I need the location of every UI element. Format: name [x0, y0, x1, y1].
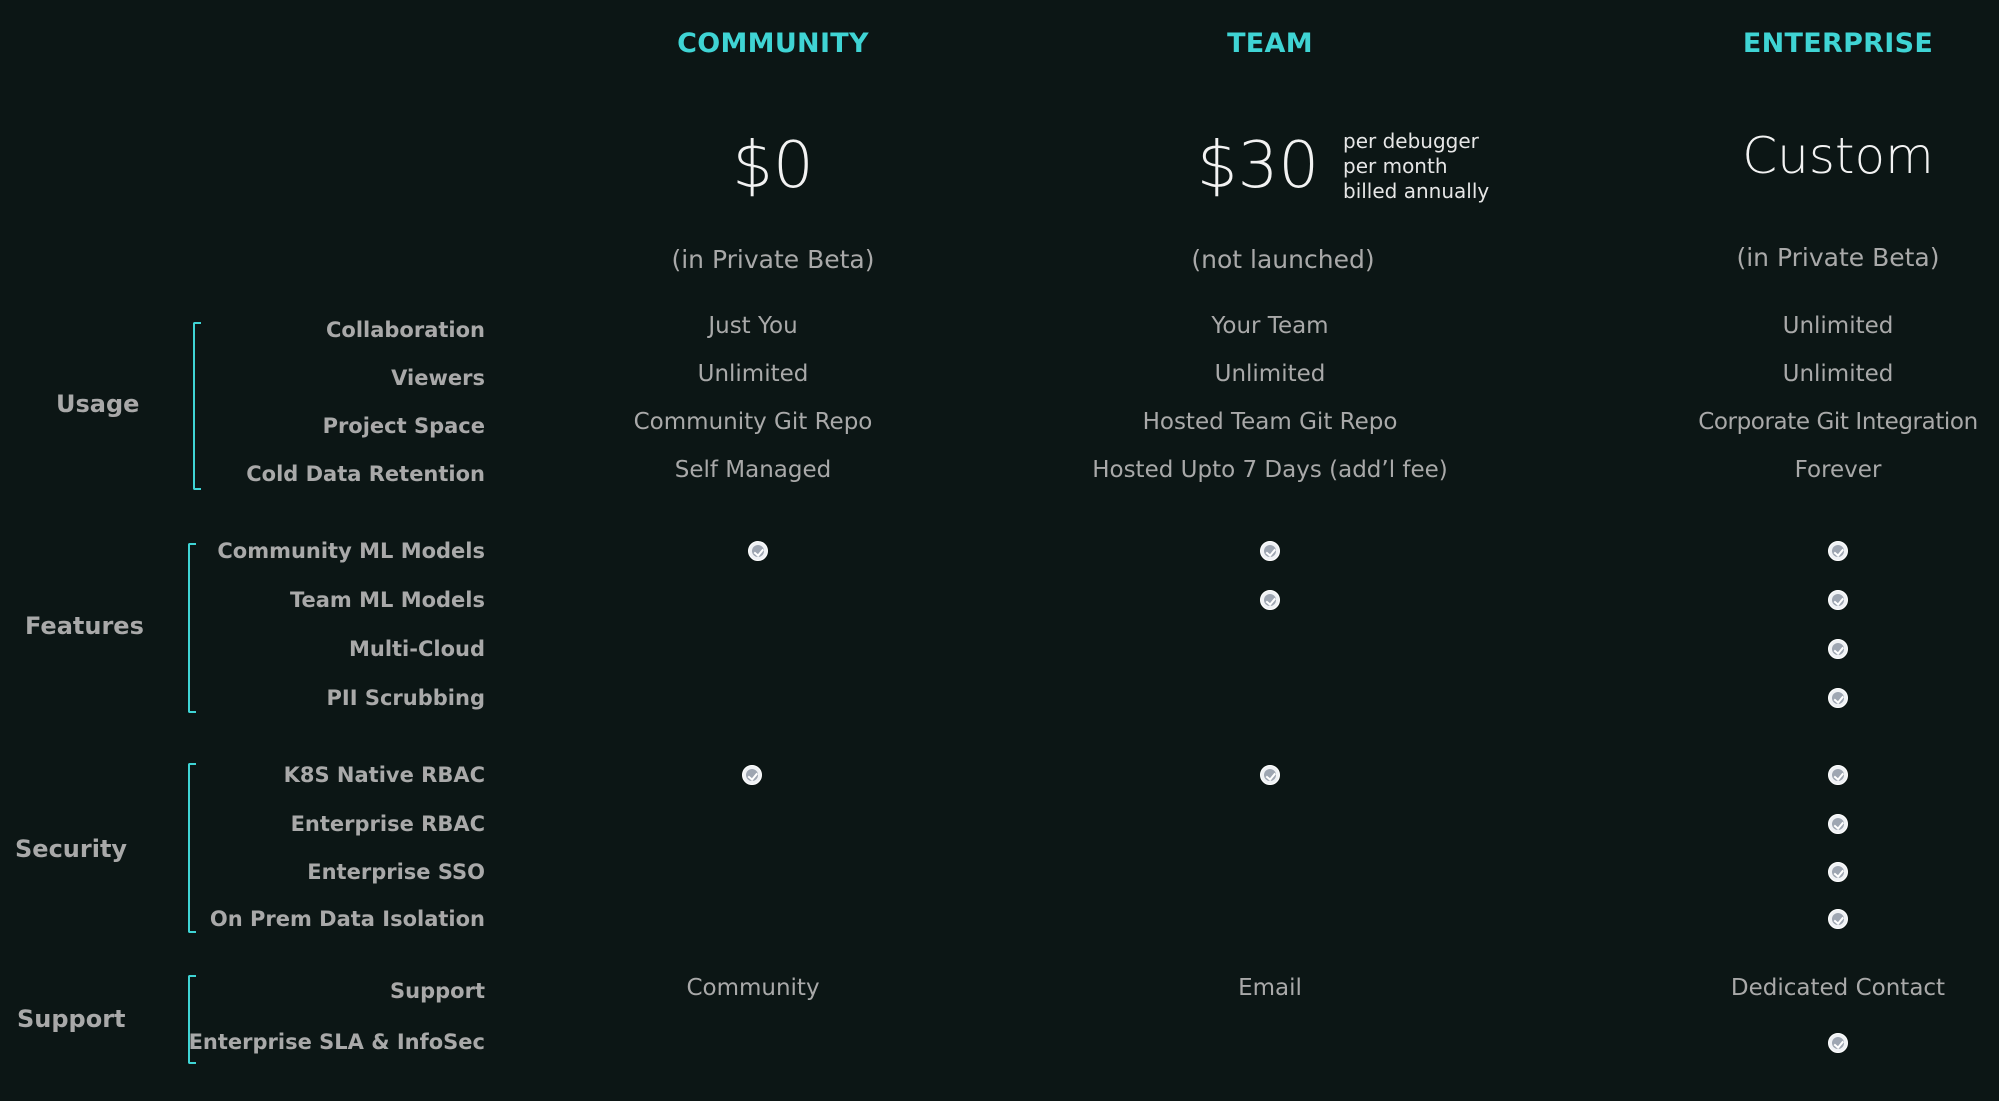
group-label-support: Support — [17, 1005, 126, 1033]
row-label-pii-scrubbing: PII Scrubbing — [326, 686, 485, 710]
cell-cold-data-retention-community: Self Managed — [674, 457, 832, 483]
cell-support-team: Email — [1238, 975, 1302, 1001]
status-team: (not launched) — [1191, 245, 1375, 274]
row-label-enterprise-sla-infosec: Enterprise SLA & InfoSec — [188, 1030, 485, 1054]
row-label-team-ml-models: Team ML Models — [289, 588, 485, 612]
cell-collaboration-team: Your Team — [1211, 313, 1329, 339]
check-circle-icon — [1828, 765, 1848, 785]
check-circle-icon — [1828, 688, 1848, 708]
plan-name-community: COMMUNITY — [677, 28, 869, 59]
plan-name-enterprise: ENTERPRISE — [1742, 28, 1934, 59]
price-note-line: per month — [1343, 154, 1448, 178]
check-circle-icon — [1828, 1033, 1848, 1053]
price-note-line: billed annually — [1343, 179, 1490, 203]
row-label-enterprise-rbac: Enterprise RBAC — [290, 812, 485, 836]
cell-support-enterprise: Dedicated Contact — [1730, 975, 1946, 1001]
check-circle-icon — [1828, 541, 1848, 561]
price-community: $0 — [732, 129, 814, 203]
cell-collaboration-community: Just You — [708, 313, 798, 339]
group-label-security: Security — [15, 835, 128, 863]
check-circle-icon — [1260, 541, 1280, 561]
group-bracket-features — [188, 543, 196, 713]
cell-viewers-enterprise: Unlimited — [1782, 361, 1894, 387]
price-note-team: per debugger per month billed annually — [1343, 129, 1489, 204]
row-label-cold-data-retention: Cold Data Retention — [246, 462, 485, 486]
price-enterprise: Custom — [1742, 127, 1934, 185]
group-bracket-usage — [193, 322, 201, 490]
cell-viewers-team: Unlimited — [1214, 361, 1326, 387]
check-circle-icon — [1828, 862, 1848, 882]
check-circle-icon — [1828, 639, 1848, 659]
row-label-viewers: Viewers — [391, 366, 485, 390]
row-label-community-ml-models: Community ML Models — [217, 539, 485, 563]
check-circle-icon — [742, 765, 762, 785]
cell-project-space-team: Hosted Team Git Repo — [1142, 409, 1398, 435]
row-label-k8s-native-rbac: K8S Native RBAC — [283, 763, 485, 787]
status-community: (in Private Beta) — [671, 245, 875, 274]
group-bracket-security — [188, 763, 196, 933]
group-label-usage: Usage — [56, 390, 140, 418]
status-enterprise: (in Private Beta) — [1736, 243, 1940, 272]
check-circle-icon — [1828, 814, 1848, 834]
row-label-project-space: Project Space — [322, 414, 485, 438]
plan-name-team: TEAM — [1227, 28, 1313, 59]
check-circle-icon — [1828, 590, 1848, 610]
cell-viewers-community: Unlimited — [697, 361, 809, 387]
price-note-line: per debugger — [1343, 129, 1479, 153]
check-circle-icon — [1260, 590, 1280, 610]
row-label-on-prem-data-isolation: On Prem Data Isolation — [209, 907, 485, 931]
row-label-support: Support — [390, 979, 485, 1003]
cell-project-space-enterprise: Corporate Git Integration — [1698, 409, 1978, 435]
row-label-enterprise-sso: Enterprise SSO — [307, 860, 485, 884]
check-circle-icon — [1828, 909, 1848, 929]
cell-cold-data-retention-enterprise: Forever — [1794, 457, 1882, 483]
check-circle-icon — [1260, 765, 1280, 785]
row-label-collaboration: Collaboration — [325, 318, 485, 342]
row-label-multi-cloud: Multi-Cloud — [348, 637, 485, 661]
cell-project-space-community: Community Git Repo — [633, 409, 873, 435]
cell-support-community: Community — [686, 975, 820, 1001]
check-circle-icon — [748, 541, 768, 561]
cell-cold-data-retention-team: Hosted Upto 7 Days (add’l fee) — [1092, 457, 1448, 483]
cell-collaboration-enterprise: Unlimited — [1782, 313, 1894, 339]
group-label-features: Features — [25, 612, 144, 640]
